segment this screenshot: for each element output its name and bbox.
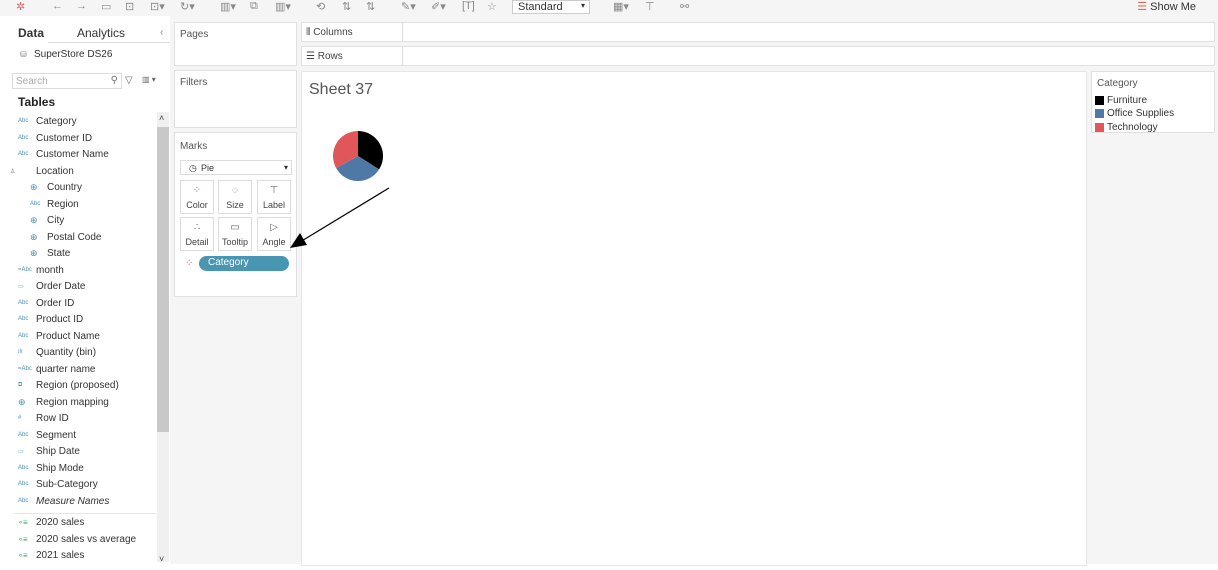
legend-swatch (1095, 96, 1104, 105)
legend-label: Office Supplies (1107, 108, 1175, 120)
legend-swatch (1095, 122, 1104, 132)
legend-title: Category (1097, 78, 1138, 89)
legend-label: Technology (1107, 121, 1158, 133)
pie-chart (333, 131, 383, 181)
chart-overlay (290, 131, 390, 248)
annotation-arrow-head (290, 233, 307, 248)
annotation-arrow-line (299, 187, 390, 243)
legend-swatch (1095, 109, 1104, 119)
legend-label: Furniture (1107, 95, 1148, 106)
